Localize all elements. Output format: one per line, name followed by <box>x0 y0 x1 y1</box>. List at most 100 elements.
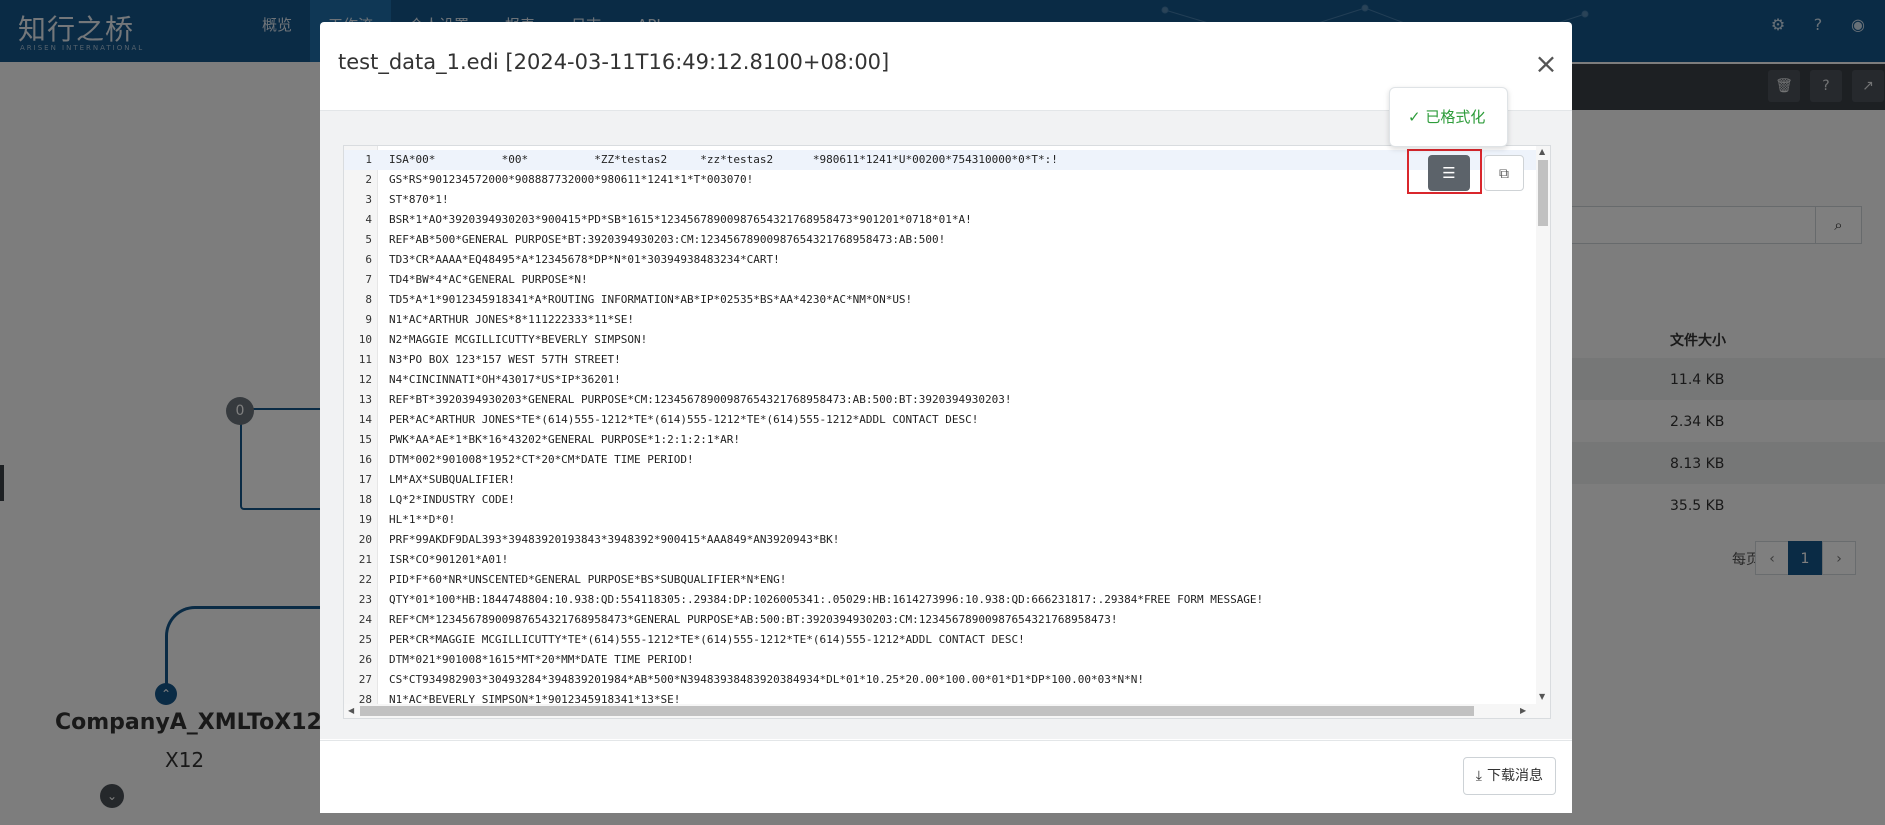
modal-title: test_data_1.edi [2024-03-11T16:49:12.810… <box>338 50 890 74</box>
scroll-right-arrow-icon[interactable]: ▶ <box>1520 706 1526 715</box>
code-line[interactable]: 17 LM*AX*SUBQUALIFIER! <box>344 470 1536 490</box>
line-number: 23 <box>358 593 372 606</box>
code-text: HL*1**D*0! <box>389 513 456 526</box>
line-number: 19 <box>358 513 372 526</box>
line-number: 20 <box>358 533 372 546</box>
line-number: 15 <box>358 433 372 446</box>
code-text: ISR*CO*901201*A01! <box>389 553 509 566</box>
code-text: LQ*2*INDUSTRY CODE! <box>389 493 515 506</box>
scroll-up-arrow-icon[interactable]: ▲ <box>1539 147 1545 156</box>
code-line[interactable]: 26 DTM*021*901008*1615*MT*20*MM*DATE TIME… <box>344 650 1536 670</box>
code-text: ST*870*1! <box>389 193 449 206</box>
code-line[interactable]: 13 REF*BT*3920394930203*GENERAL PURPOSE*C… <box>344 390 1536 410</box>
code-text: BSR*1*AO*3920394930203*900415*PD*SB*1615… <box>389 213 972 226</box>
edi-code-editor[interactable]: 1 ISA*00* *00* *ZZ*testas2 *zz*testas2 *9… <box>343 145 1551 719</box>
copy-button[interactable]: ⧉ <box>1484 155 1524 191</box>
code-line[interactable]: 10 N2*MAGGIE MCGILLICUTTY*BEVERLY SIMPSON… <box>344 330 1536 350</box>
code-line[interactable]: 6 TD3*CR*AAAA*EQ48495*A*12345678*DP*N*01*… <box>344 250 1536 270</box>
code-text: CS*CT934982903*30493284*394839201984*AB*… <box>389 673 1144 686</box>
line-number: 14 <box>358 413 372 426</box>
code-line[interactable]: 24 REF*CM*12345678900987654321768958473*G… <box>344 610 1536 630</box>
line-number: 27 <box>358 673 372 686</box>
code-line[interactable]: 23 QTY*01*100*HB:1844748804:10.938:QD:554… <box>344 590 1536 610</box>
code-line[interactable]: 2 GS*RS*901234572000*908887732000*980611*… <box>344 170 1536 190</box>
code-lines: 1 ISA*00* *00* *ZZ*testas2 *zz*testas2 *9… <box>344 150 1536 710</box>
code-line[interactable]: 1 ISA*00* *00* *ZZ*testas2 *zz*testas2 *9… <box>344 150 1536 170</box>
formatted-toast: ✓ 已格式化 <box>1389 87 1508 147</box>
code-line[interactable]: 9 N1*AC*ARTHUR JONES*8*111222333*11*SE! <box>344 310 1536 330</box>
code-line[interactable]: 21 ISR*CO*901201*A01! <box>344 550 1536 570</box>
code-line[interactable]: 8 TD5*A*1*9012345918341*A*ROUTING INFORMA… <box>344 290 1536 310</box>
copy-icon: ⧉ <box>1499 166 1509 182</box>
code-text: N4*CINCINNATI*OH*43017*US*IP*36201! <box>389 373 621 386</box>
code-text: PID*F*60*NR*UNSCENTED*GENERAL PURPOSE*BS… <box>389 573 787 586</box>
horizontal-scroll-thumb[interactable] <box>360 706 1474 716</box>
horizontal-scrollbar[interactable]: ◀ ▶ <box>344 704 1550 718</box>
line-number: 18 <box>358 493 372 506</box>
code-text: GS*RS*901234572000*908887732000*980611*1… <box>389 173 754 186</box>
code-line[interactable]: 14 PER*AC*ARTHUR JONES*TE*(614)555-1212*T… <box>344 410 1536 430</box>
code-line[interactable]: 16 DTM*002*901008*1952*CT*20*CM*DATE TIME… <box>344 450 1536 470</box>
line-number: 2 <box>365 173 372 186</box>
code-line[interactable]: 12 N4*CINCINNATI*OH*43017*US*IP*36201! <box>344 370 1536 390</box>
scroll-left-arrow-icon[interactable]: ◀ <box>348 706 354 715</box>
line-number: 5 <box>365 233 372 246</box>
line-number: 22 <box>358 573 372 586</box>
vertical-scroll-thumb[interactable] <box>1538 160 1548 226</box>
download-icon: ⤓ <box>1475 768 1482 784</box>
code-text: REF*AB*500*GENERAL PURPOSE*BT:3920394930… <box>389 233 946 246</box>
line-number: 4 <box>365 213 372 226</box>
code-text: LM*AX*SUBQUALIFIER! <box>389 473 515 486</box>
code-text: DTM*021*901008*1615*MT*20*MM*DATE TIME P… <box>389 653 694 666</box>
code-text: N2*MAGGIE MCGILLICUTTY*BEVERLY SIMPSON! <box>389 333 648 346</box>
code-line[interactable]: 11 N3*PO BOX 123*157 WEST 57TH STREET! <box>344 350 1536 370</box>
line-number: 24 <box>358 613 372 626</box>
download-message-label: 下载消息 <box>1487 768 1543 784</box>
line-number: 25 <box>358 633 372 646</box>
format-icon: ☰ <box>1442 164 1456 182</box>
scroll-down-arrow-icon[interactable]: ▼ <box>1539 692 1545 701</box>
code-line[interactable]: 5 REF*AB*500*GENERAL PURPOSE*BT:392039493… <box>344 230 1536 250</box>
code-text: TD3*CR*AAAA*EQ48495*A*12345678*DP*N*01*3… <box>389 253 780 266</box>
code-text: PER*CR*MAGGIE MCGILLICUTTY*TE*(614)555-1… <box>389 633 1025 646</box>
code-text: PWK*AA*AE*1*BK*16*43202*GENERAL PURPOSE*… <box>389 433 740 446</box>
line-number: 3 <box>365 193 372 206</box>
code-line[interactable]: 25 PER*CR*MAGGIE MCGILLICUTTY*TE*(614)555… <box>344 630 1536 650</box>
code-text: N1*AC*ARTHUR JONES*8*111222333*11*SE! <box>389 313 635 326</box>
line-number: 21 <box>358 553 372 566</box>
code-line[interactable]: 7 TD4*BW*4*AC*GENERAL PURPOSE*N! <box>344 270 1536 290</box>
close-icon[interactable]: × <box>1534 50 1558 78</box>
line-number: 13 <box>358 393 372 406</box>
line-number: 12 <box>358 373 372 386</box>
code-line[interactable]: 4 BSR*1*AO*3920394930203*900415*PD*SB*161… <box>344 210 1536 230</box>
code-text: PRF*99AKDF9DAL393*39483920193843*3948392… <box>389 533 840 546</box>
code-line[interactable]: 15 PWK*AA*AE*1*BK*16*43202*GENERAL PURPOS… <box>344 430 1536 450</box>
line-number: 1 <box>365 153 372 166</box>
code-line[interactable]: 27 CS*CT934982903*30493284*394839201984*A… <box>344 670 1536 690</box>
code-text: TD4*BW*4*AC*GENERAL PURPOSE*N! <box>389 273 588 286</box>
line-number: 7 <box>365 273 372 286</box>
code-text: REF*CM*12345678900987654321768958473*GEN… <box>389 613 1118 626</box>
check-icon: ✓ <box>1408 108 1421 126</box>
line-number: 8 <box>365 293 372 306</box>
code-text: PER*AC*ARTHUR JONES*TE*(614)555-1212*TE*… <box>389 413 979 426</box>
code-text: DTM*002*901008*1952*CT*20*CM*DATE TIME P… <box>389 453 694 466</box>
download-message-button[interactable]: ⤓ 下载消息 <box>1462 757 1556 795</box>
code-line[interactable]: 20 PRF*99AKDF9DAL393*39483920193843*39483… <box>344 530 1536 550</box>
modal-footer: ⤓ 下载消息 <box>320 740 1572 813</box>
line-number: 11 <box>358 353 372 366</box>
code-line[interactable]: 3 ST*870*1! <box>344 190 1536 210</box>
vertical-scrollbar[interactable]: ▲ ▼ <box>1536 146 1550 704</box>
code-text: ISA*00* *00* *ZZ*testas2 *zz*testas2 *98… <box>389 153 1058 166</box>
code-line[interactable]: 18 LQ*2*INDUSTRY CODE! <box>344 490 1536 510</box>
code-text: N3*PO BOX 123*157 WEST 57TH STREET! <box>389 353 621 366</box>
code-line[interactable]: 19 HL*1**D*0! <box>344 510 1536 530</box>
format-button[interactable]: ☰ <box>1428 155 1470 191</box>
line-number: 16 <box>358 453 372 466</box>
code-line[interactable]: 22 PID*F*60*NR*UNSCENTED*GENERAL PURPOSE*… <box>344 570 1536 590</box>
line-number: 26 <box>358 653 372 666</box>
toast-message: 已格式化 <box>1425 108 1486 126</box>
code-text: REF*BT*3920394930203*GENERAL PURPOSE*CM:… <box>389 393 1012 406</box>
code-text: TD5*A*1*9012345918341*A*ROUTING INFORMAT… <box>389 293 913 306</box>
line-number: 6 <box>365 253 372 266</box>
